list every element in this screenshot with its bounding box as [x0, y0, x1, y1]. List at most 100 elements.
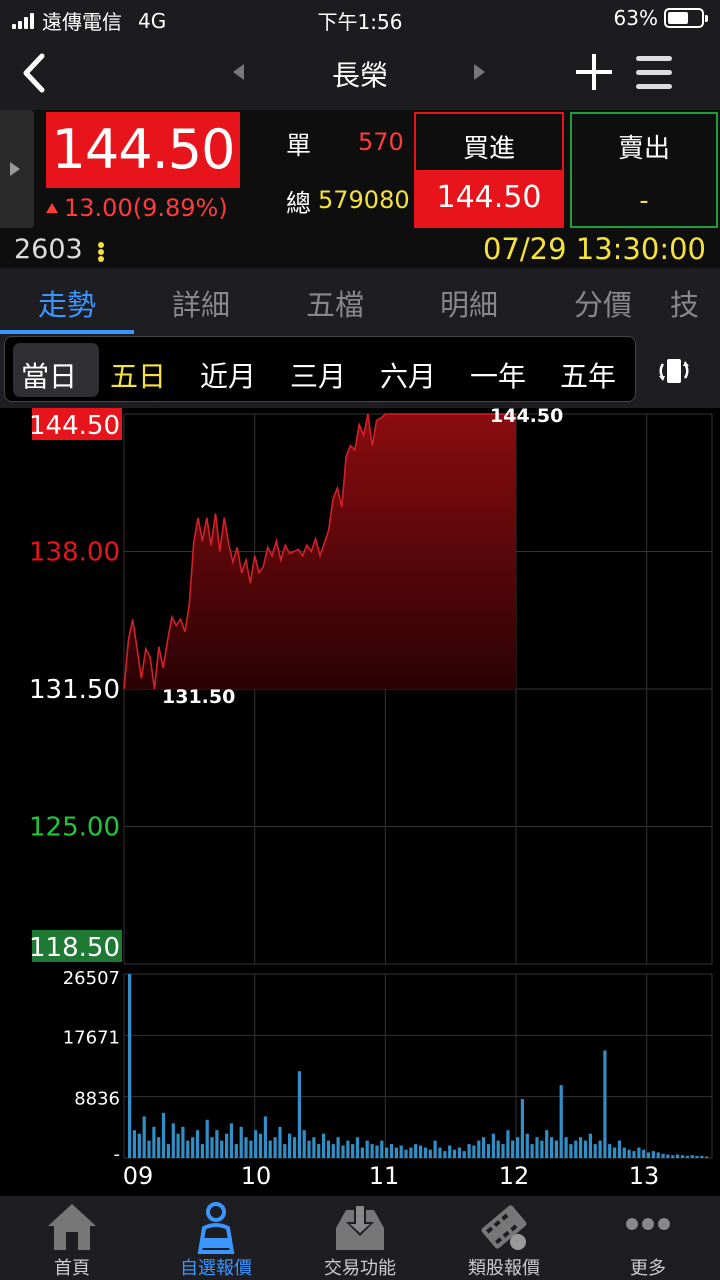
volume-bar: [457, 1147, 461, 1158]
intraday-chart[interactable]: 144.50 138.00 131.50 125.00 118.50 144.50 131.…: [0, 408, 720, 1196]
volume-bar: [705, 1156, 709, 1158]
volume-bar: [690, 1155, 694, 1158]
volume-bar: [676, 1154, 680, 1158]
intraday-high-label: 144.50: [490, 408, 563, 427]
volume-bar: [574, 1140, 578, 1158]
volume-bar: [671, 1155, 675, 1158]
volume-bar: [632, 1151, 636, 1158]
volume-bar: [297, 1071, 301, 1158]
period-three-month[interactable]: 三月: [290, 355, 346, 395]
status-bar: 遠傳電信 4G 下午1:56 63%: [0, 0, 720, 36]
battery-percent: 63%: [613, 6, 658, 30]
volume-bar: [195, 1130, 200, 1158]
sell-button[interactable]: 賣出 -: [570, 112, 718, 228]
volume-bar: [176, 1133, 180, 1158]
period-five-year[interactable]: 五年: [560, 355, 616, 395]
volume-bar: [525, 1133, 529, 1158]
volume-bar: [273, 1137, 277, 1158]
change-percent: (9.89%): [132, 194, 228, 222]
period-six-month[interactable]: 六月: [380, 355, 436, 395]
volume-bar: [423, 1147, 427, 1158]
volume-bar: [249, 1140, 253, 1158]
time-axis-label: 11: [369, 1162, 400, 1190]
volume-bar: [685, 1155, 689, 1158]
volume-bar: [511, 1140, 515, 1158]
period-today[interactable]: 當日: [21, 355, 77, 395]
buy-button[interactable]: 買進 144.50: [414, 112, 564, 228]
volume-bar: [244, 1137, 248, 1158]
period-five-day[interactable]: 五日: [110, 355, 166, 395]
tab-technical[interactable]: 技: [670, 282, 720, 324]
bottom-nav-home-label: 首頁: [54, 1258, 90, 1279]
quote-panel: 144.50 13.00 (9.89%) 單 570 總 579080 買進 1…: [0, 110, 720, 268]
volume-bar: [700, 1155, 704, 1158]
volume-bar: [433, 1140, 437, 1158]
volume-bar: [540, 1140, 544, 1158]
volume-bar: [229, 1123, 233, 1158]
volume-bar: [186, 1140, 190, 1158]
bottom-nav: 首頁 自選報價 交易功能 類股報價 更多: [0, 1196, 720, 1280]
bottom-nav-trade-label: 交易功能: [324, 1258, 396, 1279]
tab-ticks[interactable]: 明細: [402, 282, 536, 324]
tab-detail[interactable]: 詳細: [134, 282, 268, 324]
volume-bar: [341, 1145, 345, 1158]
volume-bar: [598, 1140, 602, 1158]
volume-bar: [351, 1144, 355, 1158]
price-axis-label: 131.50: [29, 675, 120, 705]
bottom-nav-sector[interactable]: 類股報價: [432, 1196, 576, 1280]
volume-bar: [651, 1151, 655, 1158]
watchlist-icon: [197, 1202, 235, 1254]
volume-bar: [128, 974, 132, 1158]
volume-bar: [336, 1137, 340, 1158]
volume-bar: [477, 1140, 481, 1158]
volume-bar: [307, 1140, 311, 1158]
bottom-nav-watchlist-label: 自選報價: [180, 1258, 252, 1279]
time-axis-label: 12: [499, 1162, 530, 1190]
bottom-nav-more[interactable]: 更多: [576, 1196, 720, 1280]
plus-icon[interactable]: [574, 52, 614, 92]
quote-datetime: 07/29 13:30:00: [482, 232, 706, 266]
period-one-year[interactable]: 一年: [470, 355, 526, 395]
volume-bar: [443, 1151, 447, 1158]
volume-bar: [448, 1145, 452, 1158]
volume-bar: [365, 1140, 369, 1158]
volume-bar: [491, 1133, 495, 1158]
volume-bar: [550, 1137, 554, 1158]
total-volume-value: 579080: [318, 186, 410, 214]
volume-bar: [695, 1155, 699, 1158]
volume-bar: [132, 1130, 136, 1158]
bottom-nav-home[interactable]: 首頁: [0, 1196, 144, 1280]
volume-axis-label: 8836: [74, 1089, 120, 1110]
price-change: 13.00 (9.89%): [46, 194, 228, 222]
volume-bar: [322, 1133, 326, 1158]
volume-bar: [603, 1050, 607, 1158]
price-axis-label: 138.00: [29, 538, 120, 568]
sector-film-icon: [481, 1205, 527, 1250]
period-month[interactable]: 近月: [200, 355, 256, 395]
triangle-right-icon[interactable]: [474, 64, 485, 80]
bottom-nav-watchlist[interactable]: 自選報價: [144, 1196, 288, 1280]
tab-five-levels[interactable]: 五檔: [268, 282, 402, 324]
volume-axis-label: 26507: [63, 968, 120, 989]
volume-bar: [666, 1154, 670, 1158]
volume-bar: [569, 1144, 573, 1158]
total-volume-label: 總: [286, 189, 312, 218]
volume-bar: [360, 1147, 364, 1158]
rotate-screen-icon[interactable]: [652, 356, 696, 386]
buy-label: 買進: [462, 134, 515, 164]
volume-bar: [627, 1149, 631, 1158]
volume-bar: [157, 1137, 161, 1158]
bottom-nav-trade[interactable]: 交易功能: [288, 1196, 432, 1280]
hamburger-menu-icon[interactable]: [636, 56, 672, 90]
volume-bar: [278, 1126, 282, 1158]
tab-price-volume[interactable]: 分價: [536, 282, 670, 324]
volume-bar: [409, 1147, 413, 1158]
side-drawer-tab[interactable]: [0, 110, 34, 228]
sort-arrows-icon[interactable]: [98, 242, 104, 262]
volume-bar: [385, 1147, 389, 1158]
tab-trend[interactable]: 走勢: [0, 282, 134, 324]
volume-bar: [642, 1149, 646, 1158]
volume-bar: [254, 1130, 258, 1158]
volume-bar: [380, 1140, 384, 1158]
volume-bar: [142, 1116, 146, 1158]
